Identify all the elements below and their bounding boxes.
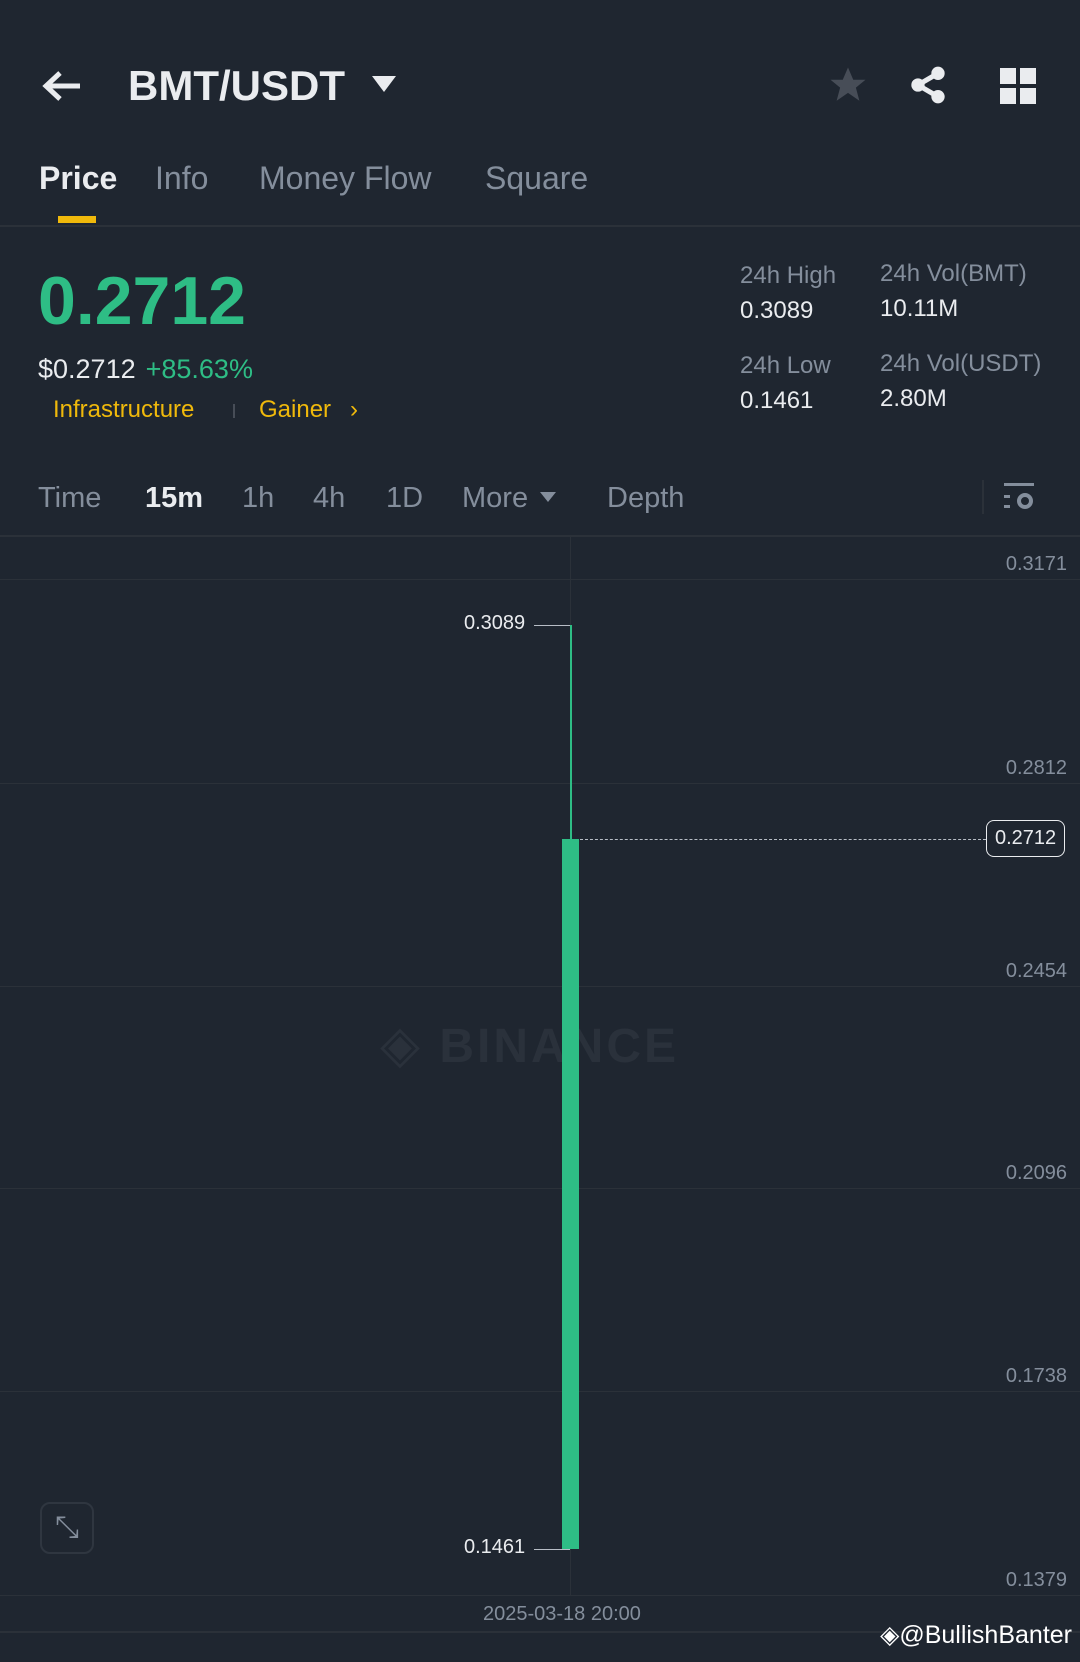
interval-more[interactable]: More [462, 482, 528, 515]
low-marker-line [534, 1548, 570, 1550]
back-icon[interactable] [40, 66, 84, 106]
chart-settings-icon[interactable] [1004, 481, 1036, 518]
vol-quote-value: 2.80M [880, 385, 947, 412]
low-marker-label: 0.1461 [464, 1535, 526, 1558]
current-price-tag: 0.2712 [986, 820, 1066, 858]
tab-money-flow[interactable]: Money Flow [259, 160, 432, 197]
binance-watermark: ◈ BINANCE [380, 1016, 680, 1074]
usd-price: $0.2712 [38, 354, 136, 384]
y-tick-label: 0.3171 [1005, 553, 1067, 575]
price-change: +85.63% [145, 354, 253, 384]
interval-15m[interactable]: 15m [145, 482, 203, 515]
grid-line [0, 1391, 1080, 1393]
interval-4h[interactable]: 4h [313, 482, 345, 515]
tag-gainer[interactable]: Gainer [259, 396, 331, 424]
share-icon[interactable] [908, 64, 948, 111]
star-icon[interactable] [826, 64, 870, 111]
interval-1h[interactable]: 1h [242, 482, 274, 515]
y-tick-label: 0.2454 [1005, 959, 1067, 982]
candle-wick [570, 625, 572, 840]
vol-quote-label: 24h Vol(USDT) [880, 350, 1042, 377]
y-tick-label: 0.2096 [1005, 1162, 1067, 1185]
chevron-right-icon[interactable]: › [350, 396, 358, 424]
pair-title[interactable]: BMT/USDT [128, 62, 345, 110]
divider [0, 535, 1080, 537]
tab-info[interactable]: Info [155, 160, 208, 197]
last-price: 0.2712 [38, 263, 246, 339]
active-tab-indicator [58, 216, 96, 223]
grid-line [0, 1595, 1080, 1596]
tag-separator [233, 404, 235, 418]
expand-icon: ⤡ [55, 1511, 79, 1544]
high-marker-line [534, 625, 570, 627]
pair-dropdown-icon[interactable] [372, 76, 396, 92]
y-tick-label: 0.1379 [1005, 1569, 1067, 1591]
interval-depth[interactable]: Depth [607, 482, 684, 515]
tab-square[interactable]: Square [485, 160, 588, 197]
high-marker-label: 0.3089 [464, 612, 526, 635]
grid-line [0, 782, 1080, 784]
interval-time[interactable]: Time [38, 482, 101, 515]
y-tick-label: 0.1738 [1005, 1365, 1067, 1388]
grid-menu-icon[interactable] [1000, 68, 1036, 109]
vol-base-value: 10.11M [880, 295, 959, 322]
divider [982, 480, 984, 514]
x-axis-label: 2025-03-18 20:00 [483, 1603, 641, 1625]
vol-base-label: 24h Vol(BMT) [880, 260, 1027, 287]
more-dropdown-icon[interactable] [540, 492, 556, 502]
interval-1d[interactable]: 1D [386, 482, 423, 515]
candle-body [562, 839, 579, 1549]
divider [0, 225, 1080, 227]
tag-infrastructure[interactable]: Infrastructure [53, 396, 194, 424]
y-tick-label: 0.2812 [1005, 756, 1067, 779]
tab-price[interactable]: Price [39, 160, 117, 197]
low-value: 0.1461 [740, 387, 814, 414]
high-label: 24h High [740, 262, 837, 289]
current-price-line [580, 839, 986, 841]
grid-line [0, 1188, 1080, 1190]
low-label: 24h Low [740, 352, 831, 379]
credit-watermark: ◈@BullishBanter [880, 1621, 1072, 1649]
usd-price-row: $0.2712 +85.63% [38, 354, 253, 385]
binance-logo-icon: ◈ [880, 1621, 900, 1649]
grid-line [0, 985, 1080, 987]
high-value: 0.3089 [740, 297, 814, 324]
fullscreen-button[interactable]: ⤡ [40, 1502, 94, 1554]
grid-line [0, 579, 1080, 580]
